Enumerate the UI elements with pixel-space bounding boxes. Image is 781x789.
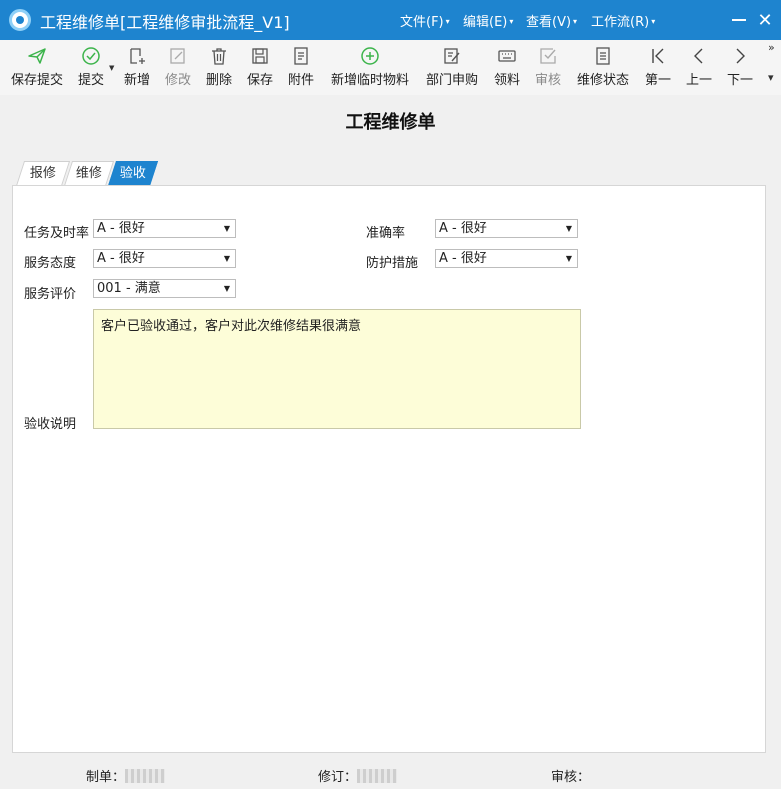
chevron-down-icon: ▼ (223, 254, 230, 263)
new-temp-material-button[interactable]: 新增临时物料 (330, 40, 410, 95)
plus-circle-icon (361, 47, 379, 65)
menu-file[interactable]: 文件(F) ▾ (400, 11, 450, 30)
submit-button[interactable]: 提交 (74, 40, 108, 95)
send-icon (28, 48, 46, 64)
evaluation-select[interactable]: 001 - 满意 ▼ (93, 279, 236, 298)
chevron-right-icon (736, 48, 745, 64)
tab-repair[interactable]: 维修 (63, 161, 115, 186)
check-circle-icon (82, 47, 100, 65)
window-title: 工程维修单[工程维修审批流程_V1] (40, 13, 290, 32)
accuracy-label: 准确率 (366, 226, 406, 241)
delete-button[interactable]: 删除 (203, 40, 235, 95)
repair-status-button[interactable]: 维修状态 (576, 40, 630, 95)
dept-purchase-button[interactable]: 部门申购 (425, 40, 479, 95)
tab-acceptance[interactable]: 验收 (107, 161, 159, 186)
close-button[interactable]: ✕ (752, 7, 778, 33)
acceptance-note-textarea[interactable]: 客户已验收通过，客户对此次维修结果很满意 (93, 309, 581, 429)
footer: 制单： 修订： 审核： (0, 752, 781, 789)
audit-field: 审核： (551, 770, 591, 785)
chevron-down-icon: ▼ (223, 224, 230, 233)
edit-document-icon (444, 48, 460, 64)
pick-material-button[interactable]: 领料 (491, 40, 523, 95)
acceptance-panel: 任务及时率 A - 很好 ▼ 准确率 A - 很好 ▼ 服务态度 A - 很好 ▼ 防… (12, 185, 766, 753)
submit-dropdown-arrow[interactable]: ▼ (109, 64, 114, 72)
document-icon (294, 47, 308, 65)
close-icon: ✕ (757, 9, 773, 31)
modify-button[interactable]: 修改 (162, 40, 194, 95)
toolbar-overflow-button[interactable]: » ▾ (768, 42, 775, 83)
chevron-down-icon: ▾ (573, 17, 578, 26)
chevron-down-icon: ▼ (223, 284, 230, 293)
timeliness-select[interactable]: A - 很好 ▼ (93, 219, 236, 238)
trash-icon (212, 48, 226, 65)
menu-edit[interactable]: 编辑(E) ▾ (463, 11, 513, 30)
status-document-icon (596, 47, 610, 65)
keyboard-icon (498, 50, 516, 62)
first-page-icon (652, 48, 664, 64)
menu-view[interactable]: 查看(V) ▾ (526, 11, 577, 30)
toolbar: 保存提交 提交 新增 修改 删除 保存 附件 新增临时物料 部门申购 领料 审核 (0, 40, 781, 95)
edit-icon (170, 48, 185, 64)
first-button[interactable]: 第一 (643, 40, 673, 95)
review-check-icon (540, 48, 556, 64)
chevron-left-icon (694, 48, 703, 64)
review-button[interactable]: 审核 (532, 40, 564, 95)
attitude-select[interactable]: A - 很好 ▼ (93, 249, 236, 268)
timeliness-label: 任务及时率 (24, 226, 90, 241)
save-icon (252, 48, 268, 64)
previous-button[interactable]: 上一 (684, 40, 714, 95)
acceptance-note-label: 验收说明 (24, 417, 77, 432)
add-document-icon (130, 48, 145, 64)
revise-field: 修订： (318, 766, 398, 785)
form-title: 工程维修单 (345, 112, 436, 133)
accuracy-select[interactable]: A - 很好 ▼ (435, 219, 578, 238)
redacted-maker-name (125, 769, 166, 783)
title-bar: 工程维修单[工程维修审批流程_V1] 文件(F) ▾ 编辑(E) ▾ 查看(V) ▾ … (0, 0, 781, 40)
maker-field: 制单： (86, 766, 166, 785)
chevron-down-icon: ▼ (565, 254, 572, 263)
chevron-down-icon: ▾ (445, 17, 450, 26)
chevron-down-icon: ▾ (509, 17, 514, 26)
menu-workflow[interactable]: 工作流(R) ▾ (591, 11, 655, 30)
attitude-label: 服务态度 (24, 256, 77, 271)
protection-select[interactable]: A - 很好 ▼ (435, 249, 578, 268)
tab-report-repair[interactable]: 报修 (15, 161, 71, 186)
save-submit-button[interactable]: 保存提交 (8, 40, 66, 95)
minimize-icon (732, 19, 746, 21)
app-logo-icon (9, 9, 31, 31)
new-button[interactable]: 新增 (121, 40, 153, 95)
save-button[interactable]: 保存 (244, 40, 276, 95)
minimize-button[interactable] (726, 7, 752, 33)
next-button[interactable]: 下一 (725, 40, 755, 95)
chevron-down-icon: ▼ (565, 224, 572, 233)
redacted-reviser-name (357, 769, 398, 783)
protection-label: 防护措施 (366, 256, 419, 271)
tab-bar: 报修 维修 验收 (12, 159, 765, 186)
attachment-button[interactable]: 附件 (285, 40, 317, 95)
chevron-down-icon: ▾ (651, 17, 656, 26)
evaluation-label: 服务评价 (24, 287, 77, 302)
